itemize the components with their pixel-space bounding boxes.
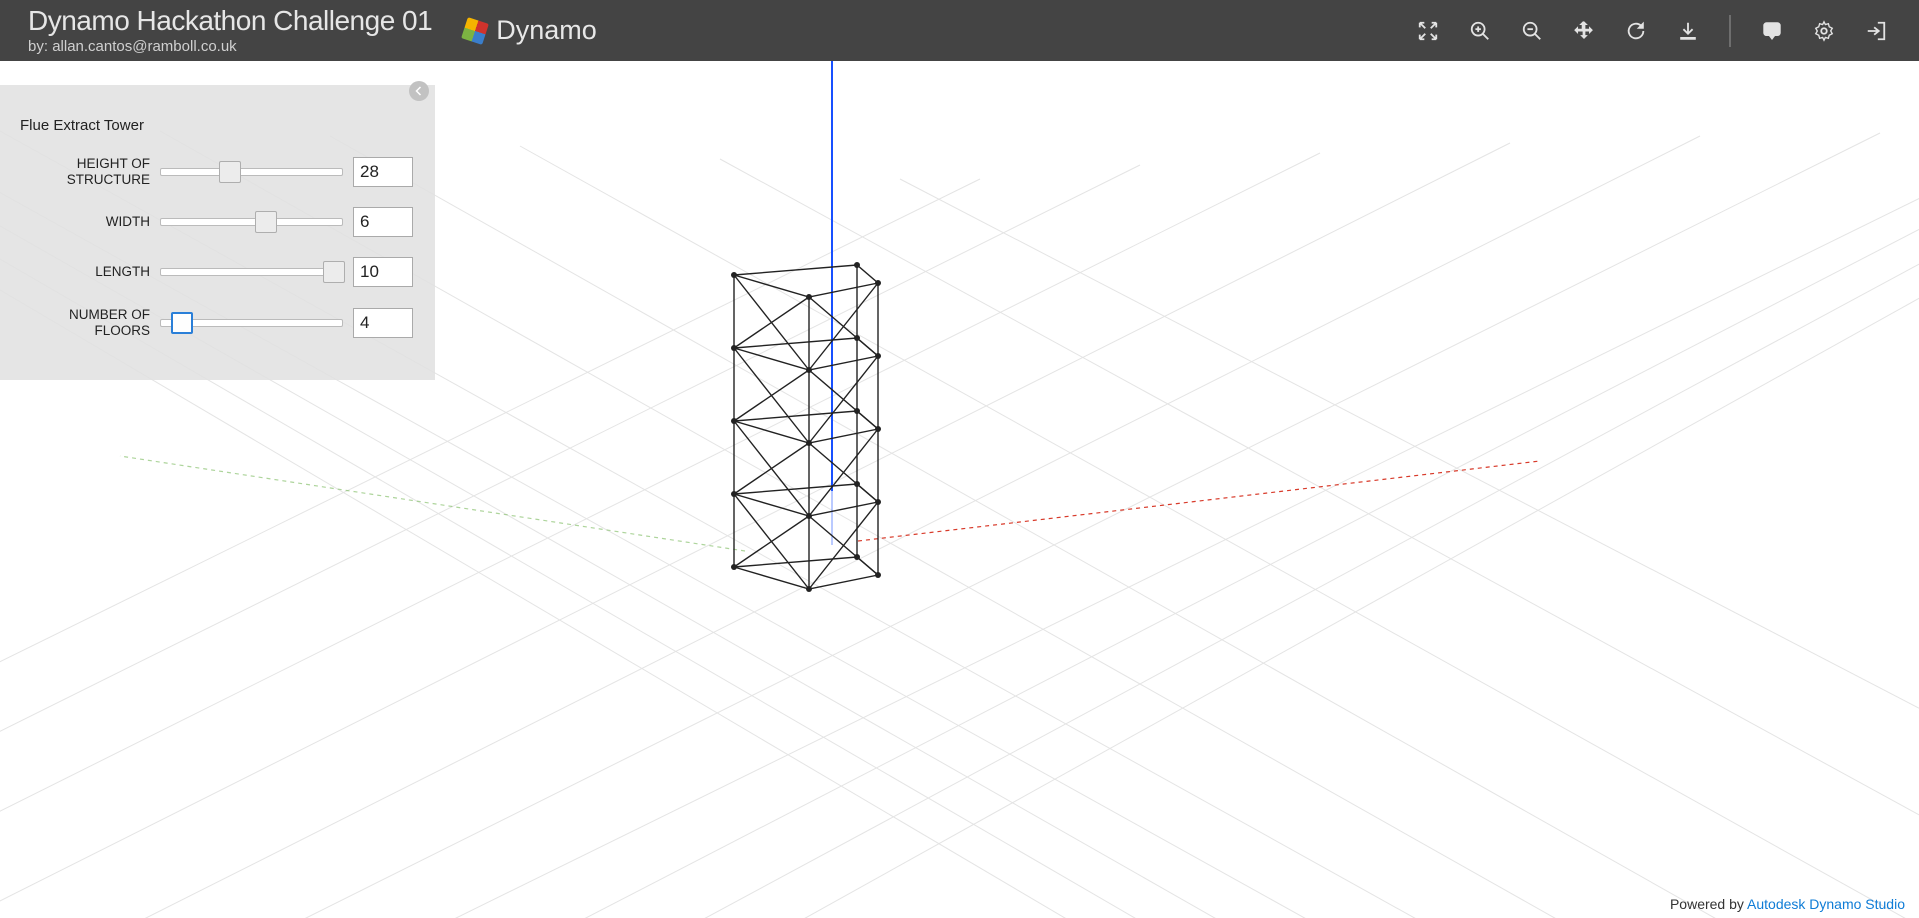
download-icon[interactable] (1673, 16, 1703, 46)
app-header: Dynamo Hackathon Challenge 01 by: allan.… (0, 0, 1919, 61)
byline-prefix: by: (28, 38, 52, 55)
param-label-length: LENGTH (20, 264, 150, 280)
panel-title: Flue Extract Tower (20, 117, 413, 134)
byline-user: allan.cantos@ramboll.co.uk (52, 38, 236, 55)
param-label-width: WIDTH (20, 214, 150, 230)
slider-thumb-height[interactable] (219, 161, 241, 183)
param-slider-length[interactable] (160, 261, 343, 283)
page-title: Dynamo Hackathon Challenge 01 (28, 7, 432, 35)
param-slider-width[interactable] (160, 211, 343, 233)
brand-label: Dynamo (496, 15, 597, 46)
param-row-length: LENGTH (20, 257, 413, 287)
collapse-panel-button[interactable] (409, 81, 429, 101)
footer-link[interactable]: Autodesk Dynamo Studio (1747, 896, 1905, 912)
toolbar (1413, 15, 1891, 47)
dynamo-logo-icon (461, 17, 489, 45)
param-input-length[interactable] (353, 257, 413, 287)
share-export-icon[interactable] (1861, 16, 1891, 46)
title-block: Dynamo Hackathon Challenge 01 by: allan.… (28, 7, 432, 55)
param-label-height: HEIGHT OF STRUCTURE (20, 156, 150, 187)
param-slider-height[interactable] (160, 161, 343, 183)
fit-view-icon[interactable] (1413, 16, 1443, 46)
slider-thumb-floors[interactable] (171, 312, 193, 334)
footer-text: Powered by (1670, 896, 1747, 912)
param-row-height: HEIGHT OF STRUCTURE (20, 156, 413, 187)
pan-icon[interactable] (1569, 16, 1599, 46)
zoom-in-icon[interactable] (1465, 16, 1495, 46)
param-label-floors: NUMBER OF FLOORS (20, 307, 150, 338)
footer-credit: Powered by Autodesk Dynamo Studio (1670, 896, 1905, 912)
toolbar-divider (1729, 15, 1731, 47)
tower-wireframe (731, 262, 881, 592)
brand: Dynamo (464, 15, 597, 46)
param-row-floors: NUMBER OF FLOORS (20, 307, 413, 338)
param-row-width: WIDTH (20, 207, 413, 237)
slider-thumb-length[interactable] (323, 261, 345, 283)
param-slider-floors[interactable] (160, 312, 343, 334)
param-input-height[interactable] (353, 157, 413, 187)
byline: by: allan.cantos@ramboll.co.uk (28, 38, 432, 55)
orbit-icon[interactable] (1621, 16, 1651, 46)
param-input-width[interactable] (353, 207, 413, 237)
input-panel: Flue Extract Tower HEIGHT OF STRUCTURE WI… (0, 85, 435, 380)
param-input-floors[interactable] (353, 308, 413, 338)
slider-thumb-width[interactable] (255, 211, 277, 233)
comment-icon[interactable] (1757, 16, 1787, 46)
settings-icon[interactable] (1809, 16, 1839, 46)
zoom-out-icon[interactable] (1517, 16, 1547, 46)
